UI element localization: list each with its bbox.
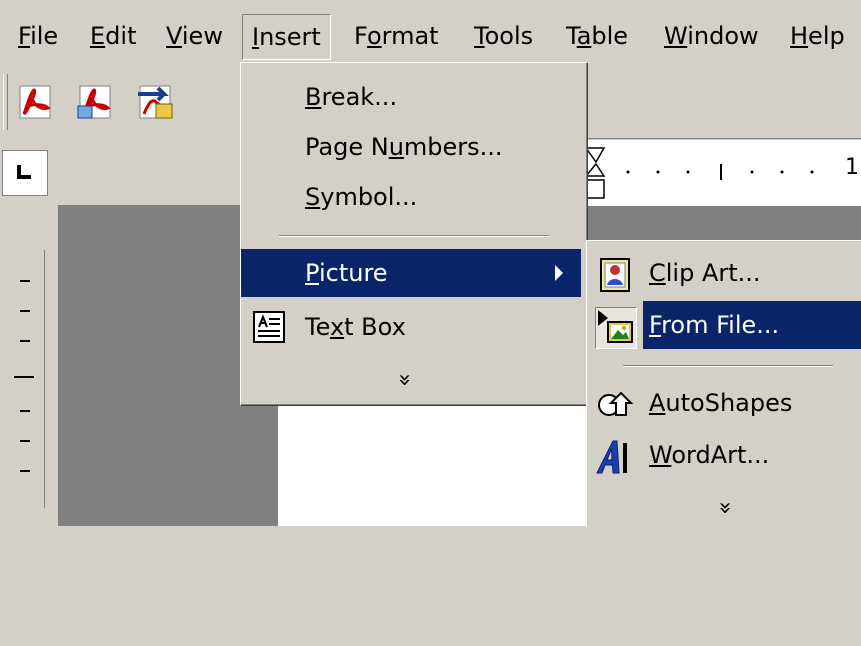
insert-picture-from-file-icon xyxy=(595,307,637,349)
document-page[interactable] xyxy=(278,405,588,526)
submenu-item-clip-art[interactable]: Clip Art... xyxy=(587,249,861,297)
submenu-item-from-file[interactable]: From File... xyxy=(587,301,861,349)
menu-item-break[interactable]: Break... xyxy=(241,73,587,121)
text-box-icon xyxy=(253,311,285,343)
pdf-convert-review-button[interactable] xyxy=(134,80,178,124)
menu-file[interactable]: File xyxy=(14,14,62,58)
submenu-item-label: Clip Art... xyxy=(649,259,761,287)
toolbar-grip[interactable] xyxy=(3,74,8,130)
menu-help[interactable]: Help xyxy=(786,14,849,58)
indent-marker-icon xyxy=(586,147,814,199)
menu-view[interactable]: View xyxy=(162,14,227,58)
menu-item-label: Break... xyxy=(305,83,398,111)
expand-menu-chevron[interactable]: » xyxy=(392,207,417,553)
menu-table[interactable]: Table xyxy=(562,14,632,58)
toolbar-area-right xyxy=(586,66,861,139)
wordart-icon xyxy=(596,440,627,474)
menu-item-label: Picture xyxy=(305,259,388,287)
pdf-convert-button[interactable] xyxy=(14,80,58,124)
pdf-convert-icon xyxy=(19,85,51,119)
pdf-convert-email-button[interactable] xyxy=(74,80,118,124)
menu-format[interactable]: Format xyxy=(350,14,443,58)
ruler-number: 1 xyxy=(845,155,859,180)
clip-art-icon xyxy=(600,258,630,292)
menu-insert[interactable]: Insert xyxy=(242,14,331,60)
expand-submenu-chevron[interactable]: » xyxy=(713,371,738,646)
submenu-arrow-icon xyxy=(555,265,563,281)
menu-edit[interactable]: Edit xyxy=(86,14,140,58)
picture-submenu: Clip Art... From File... AutoShapes Word… xyxy=(586,240,861,527)
tab-selector[interactable] xyxy=(2,150,48,196)
menu-window[interactable]: Window xyxy=(660,14,763,58)
horizontal-ruler[interactable] xyxy=(586,140,861,206)
submenu-item-label: WordArt... xyxy=(649,441,770,469)
submenu-item-label: From File... xyxy=(643,301,861,349)
submenu-separator xyxy=(623,365,833,367)
pdf-convert-and-email-icon xyxy=(77,85,111,119)
menu-item-label: Text Box xyxy=(305,313,406,341)
menu-item-page-numbers[interactable]: Page Numbers... xyxy=(241,123,587,171)
menu-item-label: Page Numbers... xyxy=(305,133,503,161)
vertical-ruler xyxy=(0,250,45,508)
autoshapes-icon xyxy=(598,391,634,416)
pdf-toolbar xyxy=(0,66,240,138)
insert-menu: Break... Page Numbers... Symbol... Pictu… xyxy=(240,62,588,406)
menu-tools[interactable]: Tools xyxy=(470,14,537,58)
menu-bar: File Edit View Insert Format Tools Table… xyxy=(0,0,861,66)
pdf-convert-and-review-icon xyxy=(138,85,173,119)
left-tab-icon xyxy=(17,165,31,179)
ruler-shadow-area xyxy=(586,206,861,240)
